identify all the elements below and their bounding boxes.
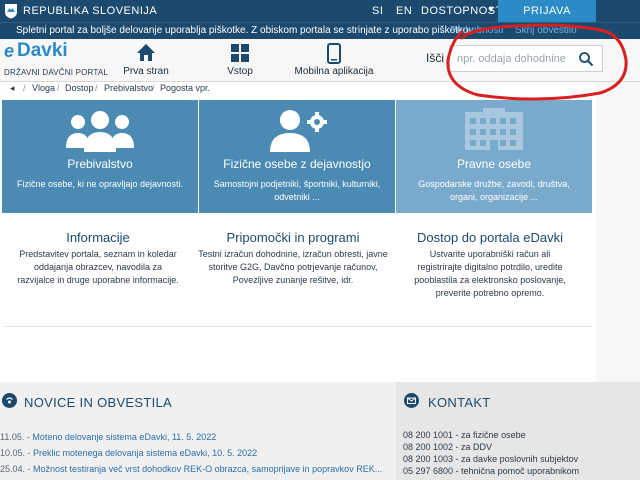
info-pripomocki[interactable]: Pripomočki in programi Testni izračun do… — [182, 230, 404, 287]
mail-icon — [404, 393, 419, 408]
broadcast-icon — [2, 393, 17, 408]
info-dostop[interactable]: Dostop do portala eDavki Ustvarite upora… — [392, 230, 588, 300]
contact-line: 05 297 6800 - tehnična pomoč uporabnikom — [403, 466, 580, 476]
site-header: e Davki DRŽAVNI DAVČNI PORTAL Prva stran… — [0, 39, 640, 82]
mobile-icon — [327, 43, 341, 64]
edavki-logo[interactable]: Davki — [17, 40, 68, 62]
nav-home[interactable]: Prva stran — [116, 39, 176, 82]
logo-subtitle: DRŽAVNI DAVČNI PORTAL — [4, 68, 109, 77]
tile-subtitle: Fizične osebe, ki ne opravljajo dejavnos… — [16, 179, 184, 189]
breadcrumb-item[interactable]: Prebivalstvo — [104, 83, 153, 93]
search-icon[interactable] — [578, 51, 594, 67]
cookie-notice: Spletni portal za boljše delovanje upora… — [0, 22, 640, 39]
nav-mobile-app[interactable]: Mobilna aplikacija — [290, 39, 378, 82]
news-item[interactable]: 10.05. - Preklic motenega delovanja sist… — [0, 448, 257, 458]
tile-fizicne-osebe-z-dejavnostjo[interactable]: Fizične osebe z dejavnostjo Samostojni p… — [199, 100, 395, 213]
chevron-right-icon: › — [440, 25, 443, 35]
tile-title: Pravne osebe — [456, 157, 532, 171]
breadcrumb-separator: / — [95, 83, 98, 93]
info-title[interactable]: Informacije — [0, 230, 196, 245]
contact-section: KONTAKT 08 200 1001 - za fizične osebe 0… — [396, 382, 640, 480]
contact-line: 08 200 1002 - za DDV — [403, 442, 493, 452]
news-section: NOVICE IN OBVESTILA 11.05. - Moteno delo… — [0, 382, 396, 480]
info-text: Predstavitev portala, seznam in koledar … — [17, 249, 179, 285]
edavki-logo-e[interactable]: e — [4, 41, 14, 62]
cookie-notice-text: Spletni portal za boljše delovanje upora… — [16, 25, 476, 36]
info-informacije[interactable]: Informacije Predstavitev portala, seznam… — [0, 230, 196, 287]
search-label: Išči — [426, 51, 444, 65]
tile-subtitle: Samostojni podjetniki, športniki, kultur… — [213, 179, 381, 202]
contact-title: KONTAKT — [428, 395, 491, 410]
news-link[interactable]: Preklic motenega delovanja sistema eDavk… — [33, 448, 257, 458]
news-link[interactable]: Možnost testiranja več vrst dohodkov REK… — [33, 464, 382, 474]
section-divider — [4, 326, 592, 327]
breadcrumb-item[interactable]: Vloga — [32, 83, 55, 93]
news-date: 11.05. — [0, 432, 25, 442]
government-title: REPUBLIKA SLOVENIJA — [23, 5, 158, 17]
tile-pravne-osebe[interactable]: Pravne osebe Gospodarske družbe, zavodi,… — [396, 100, 592, 213]
nav-mobile-label: Mobilna aplikacija — [294, 66, 374, 77]
person-gear-icon — [270, 110, 327, 152]
side-area — [596, 82, 640, 382]
coat-of-arms-icon — [5, 4, 17, 19]
login-button[interactable]: PRIJAVA — [498, 0, 596, 22]
breadcrumb-item[interactable]: Dostop — [65, 83, 94, 93]
chevron-down-icon: ▼ — [487, 5, 495, 14]
info-text: Testni izračun dohodnine, izračun obrest… — [198, 249, 388, 285]
breadcrumb-separator: / — [57, 83, 60, 93]
info-title[interactable]: Pripomočki in programi — [182, 230, 404, 245]
news-item[interactable]: 11.05. - Moteno delovanje sistema eDavki… — [0, 432, 216, 442]
breadcrumb-separator: / — [152, 83, 155, 93]
nav-vstop[interactable]: Vstop — [212, 39, 268, 82]
tile-title: Prebivalstvo — [67, 157, 133, 171]
news-link[interactable]: Moteno delovanje sistema eDavki, 11. 5. … — [32, 432, 216, 442]
contact-line: 08 200 1003 - za davke poslovnih subjekt… — [403, 454, 579, 464]
nav-vstop-label: Vstop — [227, 66, 253, 77]
cookie-hide-link[interactable]: Skrij obvestilo — [515, 25, 577, 36]
tile-prebivalstvo[interactable]: Prebivalstvo Fizične osebe, ki ne opravl… — [2, 100, 198, 213]
government-bar: REPUBLIKA SLOVENIJA SI EN DOSTOPNOST ▼ P… — [0, 0, 640, 22]
contact-line: 08 200 1001 - za fizične osebe — [403, 430, 526, 440]
nav-home-label: Prva stran — [123, 66, 169, 77]
language-si-link[interactable]: SI — [372, 5, 383, 17]
people-icon — [66, 111, 134, 152]
grid-icon — [231, 44, 249, 62]
tile-title: Fizične osebe z dejavnostjo — [223, 157, 371, 171]
breadcrumb: ◂ / Vloga / Dostop / Prebivalstvo / Pogo… — [0, 82, 640, 97]
news-title: NOVICE IN OBVESTILA — [24, 395, 173, 410]
breadcrumb-separator: / — [23, 83, 26, 93]
building-icon — [465, 108, 523, 150]
news-date: 10.05. — [0, 448, 26, 458]
language-en-link[interactable]: EN — [396, 5, 412, 17]
cookie-details-link[interactable]: Podrobnosti — [450, 25, 503, 36]
news-item[interactable]: 25.04. - Možnost testiranja več vrst doh… — [0, 464, 382, 474]
chevron-left-icon[interactable]: ◂ — [10, 83, 15, 94]
breadcrumb-item[interactable]: Pogosta vpr. — [160, 83, 210, 93]
info-title[interactable]: Dostop do portala eDavki — [392, 230, 588, 245]
tile-subtitle: Gospodarske družbe, zavodi, društva, org… — [418, 179, 570, 202]
info-text: Ustvarite uporabniški račun ali registri… — [414, 249, 566, 298]
news-date: 25.04. — [0, 464, 26, 474]
home-icon — [137, 44, 155, 61]
